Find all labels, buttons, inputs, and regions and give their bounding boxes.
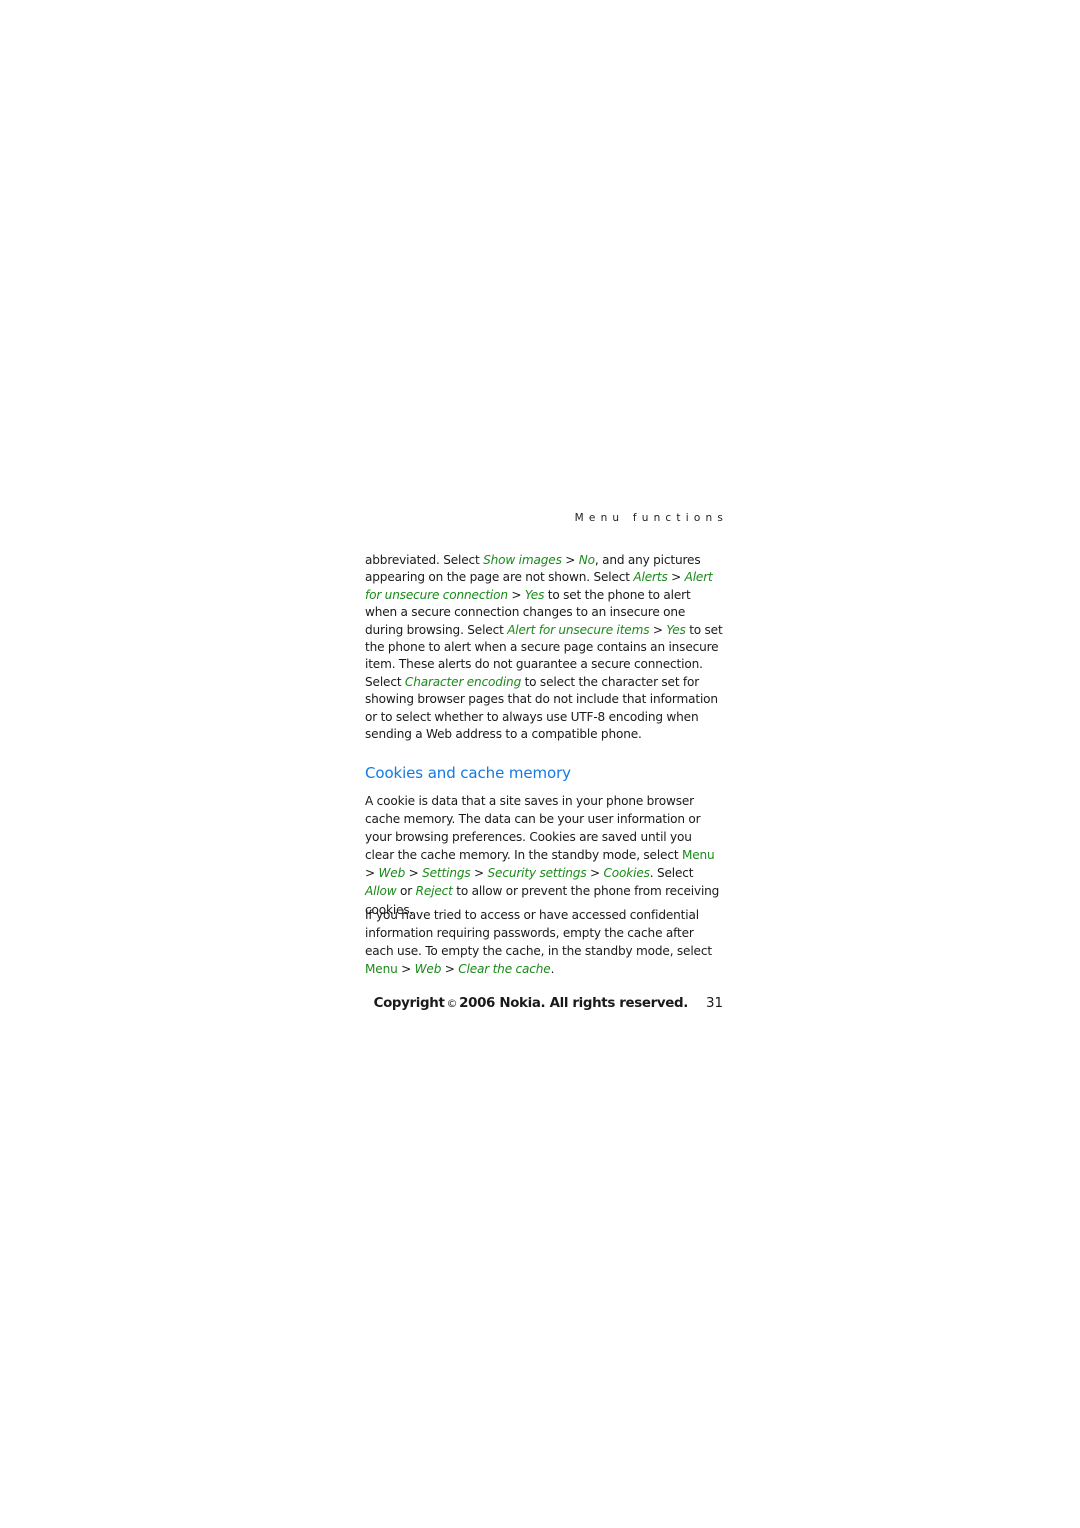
- text-run: >: [586, 866, 604, 881]
- text-run: >: [507, 587, 525, 602]
- text-run: >: [397, 962, 415, 977]
- body-paragraph-cache: If you have tried to access or have acce…: [365, 906, 723, 978]
- text-run: >: [561, 553, 579, 567]
- copyright-text: 2006 Nokia. All rights reserved.: [459, 996, 688, 1011]
- menu-path-term: Show images: [483, 553, 562, 567]
- text-run: >: [649, 622, 667, 637]
- section-heading-cookies: Cookies and cache memory: [365, 764, 571, 782]
- text-run: abbreviated. Select: [365, 553, 484, 567]
- text-run: >: [470, 866, 488, 881]
- menu-path-term: Allow: [365, 884, 397, 899]
- copyright-label: Copyright: [373, 996, 445, 1011]
- menu-path-term: Menu: [365, 962, 398, 977]
- text-run: >: [365, 866, 379, 881]
- menu-path-term: Web: [378, 866, 406, 881]
- body-paragraph-browser-settings: abbreviated. Select Show images > No, an…: [365, 552, 723, 743]
- text-run: If you have tried to access or have acce…: [365, 908, 712, 959]
- page-footer: Copyright © 2006 Nokia. All rights reserve…: [374, 996, 723, 1011]
- menu-path-term: Alerts: [633, 570, 668, 585]
- menu-path-term: Reject: [415, 884, 453, 899]
- menu-path-term: Character encoding: [404, 674, 522, 689]
- body-paragraph-cookies: A cookie is data that a site saves in yo…: [365, 792, 723, 919]
- menu-path-term: Alert for unsecure items: [507, 622, 650, 637]
- menu-path-term: Security settings: [487, 866, 587, 881]
- text-run: or: [396, 884, 416, 899]
- menu-path-term: Cookies: [603, 866, 650, 881]
- text-run: >: [405, 866, 423, 881]
- running-header: Menu functions: [574, 512, 728, 524]
- menu-path-term: Menu: [681, 848, 715, 863]
- page-number: 31: [705, 996, 723, 1011]
- text-run: A cookie is data that a site saves in yo…: [365, 794, 701, 863]
- text-run: >: [441, 962, 459, 977]
- text-run: . Select: [649, 866, 694, 881]
- menu-path-term: Yes: [666, 622, 686, 637]
- text-run: >: [667, 570, 685, 585]
- text-run: .: [550, 962, 555, 977]
- menu-path-term: Clear the cache: [458, 962, 551, 977]
- menu-path-term: Web: [414, 962, 442, 977]
- menu-path-term: No: [578, 553, 595, 567]
- menu-path-term: Yes: [524, 587, 545, 602]
- copyright-symbol-icon: ©: [446, 997, 458, 1010]
- menu-path-term: Settings: [422, 866, 471, 881]
